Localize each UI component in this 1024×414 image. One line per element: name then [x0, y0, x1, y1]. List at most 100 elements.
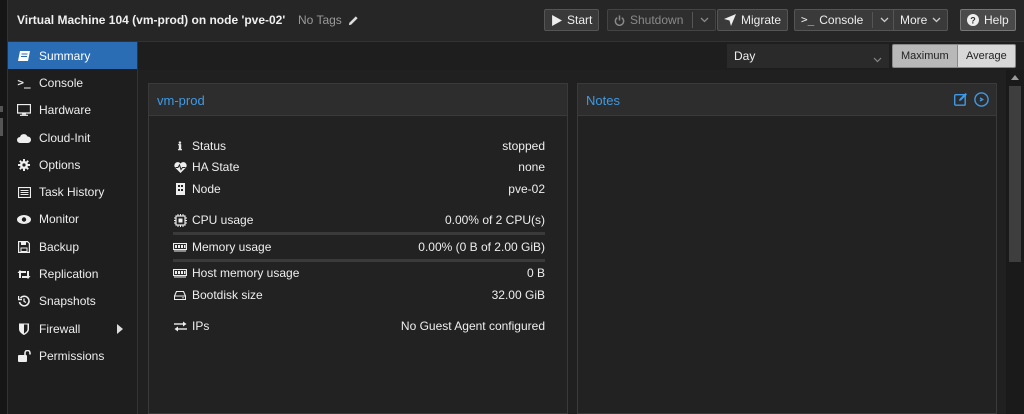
expand-arrow-icon[interactable] [117, 323, 123, 334]
pencil-icon[interactable] [348, 15, 359, 26]
info-icon: ℹ [177, 140, 183, 153]
start-label: Start [567, 13, 593, 27]
edit-icon[interactable] [954, 92, 968, 106]
memory-icon [173, 266, 187, 280]
timeframe-select[interactable]: Day [727, 44, 889, 68]
ips-row: IPs No Guest Agent configured [173, 316, 545, 336]
book-icon [17, 49, 31, 63]
help-label: Help [984, 13, 1009, 27]
terminal-icon: >_ [17, 76, 31, 90]
chevron-down-icon [932, 17, 941, 23]
host-memory-row: Host memory usage 0 B [173, 263, 545, 283]
chevron-down-icon[interactable] [700, 17, 709, 23]
exchange-icon [173, 319, 187, 333]
timeframe-value: Day [734, 49, 756, 63]
cpu-label: CPU usage [192, 213, 254, 227]
sidebar-item-console[interactable]: >_ Console [8, 69, 137, 96]
sidebar-item-options[interactable]: Options [8, 151, 137, 178]
panel-title: Notes [586, 93, 620, 108]
console-label: Console [819, 13, 864, 27]
scroll-up-arrow[interactable] [1011, 75, 1019, 80]
vertical-scrollbar[interactable] [1006, 70, 1024, 414]
sidebar-nav: Summary >_ Console Hardware Cloud-Init O… [8, 42, 138, 414]
more-label: More [900, 13, 928, 27]
sidebar-item-firewall[interactable]: Firewall [8, 315, 137, 342]
hdd-icon [173, 288, 187, 302]
power-icon [614, 14, 625, 26]
cpu-icon [173, 213, 187, 227]
ha-state-label: HA State [192, 160, 240, 174]
cpu-row: CPU usage 0.00% of 2 CPU(s) [173, 210, 545, 230]
sidebar-item-label: Options [39, 157, 81, 172]
node-value: pve-02 [508, 182, 545, 196]
tags-editor[interactable]: No Tags [298, 13, 359, 27]
panel-title: vm-prod [157, 93, 205, 108]
summary-panel: vm-prod ℹ Status stopped HA State none N… [148, 83, 568, 414]
sidebar-item-label: Snapshots [39, 294, 96, 309]
header-bar: Virtual Machine 104 (vm-prod) on node 'p… [8, 0, 1024, 42]
node-label: Node [192, 182, 221, 196]
sidebar-item-label: Hardware [39, 103, 92, 118]
page-title: Virtual Machine 104 (vm-prod) on node 'p… [17, 13, 286, 27]
cpu-progress-bar [173, 232, 545, 235]
sidebar-item-label: Console [39, 75, 84, 90]
scrollbar-thumb[interactable] [1009, 86, 1021, 262]
monitor-icon [17, 103, 31, 117]
chevron-down-icon[interactable] [880, 17, 889, 23]
panel-header: Notes [578, 84, 996, 116]
ha-state-value: none [518, 160, 545, 174]
svg-text:?: ? [970, 16, 976, 26]
sidebar-item-label: Task History [39, 185, 105, 200]
gear-icon [17, 158, 31, 172]
shutdown-label: Shutdown [630, 13, 684, 27]
eye-icon [17, 212, 31, 226]
ha-state-row: HA State none [173, 157, 545, 177]
notes-tools [954, 92, 989, 107]
maximum-toggle[interactable]: Maximum [892, 44, 958, 68]
memory-icon [173, 240, 187, 254]
sidebar-item-hardware[interactable]: Hardware [8, 97, 137, 124]
bootdisk-row: Bootdisk size 32.00 GiB [173, 285, 545, 305]
separator [692, 12, 694, 28]
start-button[interactable]: Start [544, 9, 600, 31]
play-icon [552, 14, 562, 26]
migrate-button[interactable]: Migrate [717, 9, 789, 31]
sidebar-item-permissions[interactable]: Permissions [8, 342, 137, 369]
question-circle-icon: ? [967, 14, 979, 26]
sidebar-item-label: Summary [39, 48, 91, 63]
memory-label: Memory usage [192, 240, 272, 254]
unlock-icon [17, 349, 31, 363]
sidebar-item-replication[interactable]: Replication [8, 260, 137, 287]
status-value: stopped [502, 139, 545, 153]
list-icon [17, 185, 31, 199]
console-button[interactable]: >_ Console [794, 9, 897, 31]
more-button[interactable]: More [893, 9, 949, 31]
shutdown-button[interactable]: Shutdown [607, 9, 717, 31]
cloud-icon [17, 131, 31, 145]
sidebar-item-cloud-init[interactable]: Cloud-Init [8, 124, 137, 151]
sidebar-item-snapshots[interactable]: Snapshots [8, 288, 137, 315]
migrate-label: Migrate [741, 13, 782, 27]
history-icon [17, 294, 31, 308]
graph-toolbar: Day Maximum Average [138, 42, 1024, 70]
status-row: ℹ Status stopped [173, 136, 545, 156]
memory-progress-bar [173, 259, 545, 262]
memory-row: Memory usage 0.00% (0 B of 2.00 GiB) [173, 237, 545, 257]
terminal-icon: >_ [801, 13, 815, 26]
help-button[interactable]: ? Help [960, 9, 1016, 31]
cpu-value: 0.00% of 2 CPU(s) [444, 213, 545, 227]
sidebar-item-label: Replication [39, 267, 99, 282]
content-area: vm-prod ℹ Status stopped HA State none N… [138, 70, 1006, 414]
sidebar-item-task-history[interactable]: Task History [8, 178, 137, 205]
memory-value: 0.00% (0 B of 2.00 GiB) [418, 240, 545, 254]
status-label: Status [192, 139, 227, 153]
ips-value: No Guest Agent configured [400, 319, 545, 333]
sidebar-item-summary[interactable]: Summary [8, 42, 137, 70]
floppy-icon [17, 240, 31, 254]
sidebar-item-monitor[interactable]: Monitor [8, 206, 137, 233]
help-circle-icon[interactable] [974, 92, 989, 107]
bootdisk-value: 32.00 GiB [491, 288, 545, 302]
sidebar-item-label: Backup [39, 239, 80, 254]
sidebar-item-backup[interactable]: Backup [8, 233, 137, 260]
average-toggle[interactable]: Average [957, 44, 1016, 68]
